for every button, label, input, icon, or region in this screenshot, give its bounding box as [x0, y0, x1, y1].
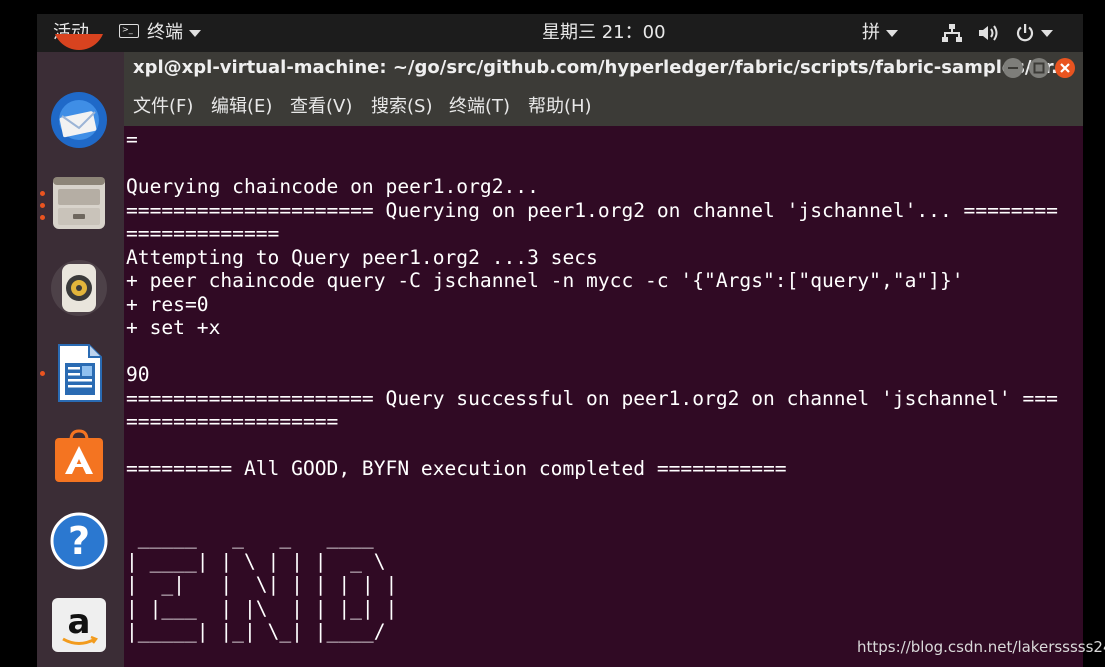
- ascii-art-line: _____ _ _ ____: [126, 526, 410, 549]
- close-icon: [1060, 63, 1070, 73]
- running-indicator: [40, 191, 45, 196]
- power-menu[interactable]: [1015, 14, 1053, 52]
- terminal-line: + peer chaincode query -C jschannel -n m…: [126, 269, 964, 292]
- terminal-line: ===================== Querying on peer1.…: [126, 198, 1058, 222]
- thunderbird-icon[interactable]: [49, 90, 109, 150]
- maximize-button[interactable]: [1029, 58, 1049, 78]
- amazon-icon[interactable]: a: [49, 595, 109, 655]
- menu-terminal[interactable]: 终端(T): [449, 84, 510, 130]
- ascii-art-line: | |___ | |\ | | |_| |: [126, 596, 410, 620]
- menu-view[interactable]: 查看(V): [290, 84, 352, 130]
- network-icon[interactable]: [942, 14, 962, 52]
- clock[interactable]: 星期三 21：00: [542, 14, 666, 52]
- terminal-line: + res=0: [126, 292, 209, 316]
- terminal-line: =============: [126, 222, 280, 245]
- menu-file[interactable]: 文件(F): [133, 84, 193, 130]
- app-menu[interactable]: >_ 终端: [119, 14, 201, 52]
- dock: ? a: [37, 34, 124, 667]
- menu-search[interactable]: 搜索(S): [371, 84, 432, 130]
- running-indicator: [40, 371, 45, 376]
- help-icon[interactable]: ?: [49, 511, 109, 571]
- running-indicator: [40, 215, 45, 220]
- terminal-line: ========= All GOOD, BYFN execution compl…: [126, 457, 787, 480]
- svg-text:a: a: [68, 602, 91, 642]
- firefox-icon[interactable]: [49, 34, 109, 54]
- terminal-line: =: [126, 128, 138, 151]
- close-button[interactable]: [1055, 58, 1075, 78]
- chevron-down-icon: [1041, 29, 1053, 37]
- power-icon: [1016, 24, 1034, 42]
- terminal-output[interactable]: = Querying chaincode on peer1.org2... ==…: [124, 126, 1083, 667]
- window-title-bar[interactable]: xpl@xpl-virtual-machine: ~/go/src/github…: [124, 52, 1083, 84]
- chevron-down-icon: [189, 29, 201, 37]
- ubuntu-software-icon[interactable]: [49, 426, 109, 486]
- terminal-line: 90: [126, 363, 150, 386]
- volume-icon[interactable]: [977, 14, 999, 52]
- ascii-art-line: | _| | \| | | | | |: [126, 573, 410, 596]
- ascii-art-line: |_____| |_| \_| |____/: [126, 620, 410, 643]
- minimize-button[interactable]: [1003, 58, 1023, 78]
- window-title: xpl@xpl-virtual-machine: ~/go/src/github…: [133, 57, 1072, 78]
- rhythmbox-icon[interactable]: [49, 258, 109, 318]
- terminal-line: Attempting to Query peer1.org2 ...3 secs: [126, 245, 598, 269]
- input-method-label: 拼: [862, 22, 880, 43]
- input-method-menu[interactable]: 拼: [862, 14, 898, 52]
- terminal-app-icon: >_: [119, 24, 139, 38]
- ascii-art-line: | ____| | \ | | | _ \: [126, 549, 410, 573]
- terminal-line: + set +x: [126, 316, 221, 339]
- chevron-down-icon: [886, 29, 898, 37]
- menu-help[interactable]: 帮助(H): [528, 84, 592, 130]
- terminal-line: ===================== Query successful o…: [126, 386, 1058, 410]
- watermark: https://blog.csdn.net/lakersssss24: [857, 638, 1105, 656]
- terminal-line: Querying chaincode on peer1.org2...: [126, 175, 539, 198]
- running-indicator: [40, 203, 45, 208]
- menu-bar: 文件(F) 编辑(E) 查看(V) 搜索(S) 终端(T) 帮助(H): [124, 84, 1083, 126]
- svg-text:?: ?: [68, 519, 90, 563]
- menu-edit[interactable]: 编辑(E): [211, 84, 272, 130]
- top-panel: 活动 >_ 终端 星期三 21：00 拼: [37, 14, 1083, 52]
- terminal-line: ==================: [126, 410, 339, 433]
- libreoffice-writer-icon[interactable]: [49, 343, 109, 403]
- app-menu-label: 终端: [147, 22, 183, 43]
- files-icon[interactable]: [49, 173, 109, 233]
